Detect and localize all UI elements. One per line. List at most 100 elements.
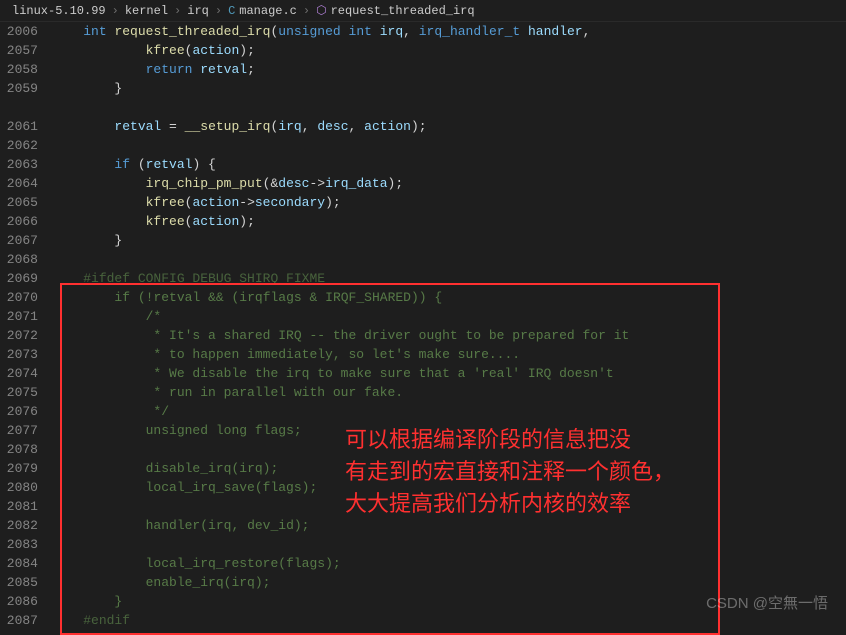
code-line[interactable]: 2006 int request_threaded_irq(unsigned i… (0, 22, 846, 41)
line-number: 2006 (0, 22, 52, 41)
code-content[interactable] (52, 497, 846, 516)
code-content[interactable]: kfree(action); (52, 41, 846, 60)
code-content[interactable]: } (52, 231, 846, 250)
editor-area[interactable]: 2006 int request_threaded_irq(unsigned i… (0, 22, 846, 631)
code-content[interactable]: kfree(action->secondary); (52, 193, 846, 212)
line-number: 2067 (0, 231, 52, 250)
code-content[interactable]: retval = __setup_irq(irq, desc, action); (52, 117, 846, 136)
code-line[interactable]: 2087 #endif (0, 611, 846, 630)
chevron-right-icon: › (112, 4, 119, 18)
line-number: 2074 (0, 364, 52, 383)
line-number: 2086 (0, 592, 52, 611)
code-content[interactable]: local_irq_save(flags); (52, 478, 846, 497)
code-content[interactable] (52, 136, 846, 155)
code-content[interactable]: unsigned long flags; (52, 421, 846, 440)
code-line[interactable]: 2080 local_irq_save(flags); (0, 478, 846, 497)
code-content[interactable]: * We disable the irq to make sure that a… (52, 364, 846, 383)
line-number: 2072 (0, 326, 52, 345)
code-line[interactable]: 2072 * It's a shared IRQ -- the driver o… (0, 326, 846, 345)
code-line[interactable]: 2081 (0, 497, 846, 516)
breadcrumb-file[interactable]: manage.c (239, 4, 297, 18)
breadcrumb[interactable]: linux-5.10.99 › kernel › irq › C manage.… (0, 0, 846, 22)
code-content[interactable]: */ (52, 402, 846, 421)
code-content[interactable] (52, 98, 846, 117)
breadcrumb-item[interactable]: linux-5.10.99 (12, 4, 106, 18)
code-line[interactable]: 2063 if (retval) { (0, 155, 846, 174)
code-content[interactable]: return retval; (52, 60, 846, 79)
code-content[interactable]: #ifdef CONFIG_DEBUG_SHIRQ_FIXME (52, 269, 846, 288)
line-number: 2066 (0, 212, 52, 231)
code-container[interactable]: 2006 int request_threaded_irq(unsigned i… (0, 22, 846, 631)
code-content[interactable]: int request_threaded_irq(unsigned int ir… (52, 22, 846, 41)
code-line[interactable]: 2082 handler(irq, dev_id); (0, 516, 846, 535)
code-line[interactable] (0, 98, 846, 117)
code-line[interactable]: 2059 } (0, 79, 846, 98)
code-content[interactable] (52, 440, 846, 459)
code-content[interactable]: irq_chip_pm_put(&desc->irq_data); (52, 174, 846, 193)
code-content[interactable]: * run in parallel with our fake. (52, 383, 846, 402)
code-content[interactable]: local_irq_restore(flags); (52, 554, 846, 573)
line-number: 2087 (0, 611, 52, 630)
code-line[interactable]: 2065 kfree(action->secondary); (0, 193, 846, 212)
breadcrumb-symbol[interactable]: request_threaded_irq (331, 4, 475, 18)
code-line[interactable]: 2057 kfree(action); (0, 41, 846, 60)
line-number: 2078 (0, 440, 52, 459)
code-line[interactable]: 2075 * run in parallel with our fake. (0, 383, 846, 402)
code-line[interactable]: 2061 retval = __setup_irq(irq, desc, act… (0, 117, 846, 136)
code-content[interactable] (52, 250, 846, 269)
code-content[interactable]: } (52, 79, 846, 98)
line-number: 2082 (0, 516, 52, 535)
line-number: 2069 (0, 269, 52, 288)
line-number: 2075 (0, 383, 52, 402)
chevron-right-icon: › (174, 4, 181, 18)
code-line[interactable]: 2083 (0, 535, 846, 554)
code-line[interactable]: 2078 (0, 440, 846, 459)
code-line[interactable]: 2084 local_irq_restore(flags); (0, 554, 846, 573)
chevron-right-icon: › (303, 4, 310, 18)
code-content[interactable]: * to happen immediately, so let's make s… (52, 345, 846, 364)
code-content[interactable]: /* (52, 307, 846, 326)
line-number: 2064 (0, 174, 52, 193)
code-line[interactable]: 2070 if (!retval && (irqflags & IRQF_SHA… (0, 288, 846, 307)
line-number: 2085 (0, 573, 52, 592)
code-line[interactable]: 2058 return retval; (0, 60, 846, 79)
breadcrumb-item[interactable]: kernel (125, 4, 168, 18)
line-number: 2081 (0, 497, 52, 516)
line-number: 2062 (0, 136, 52, 155)
watermark: CSDN @空無一悟 (706, 592, 828, 613)
line-number: 2058 (0, 60, 52, 79)
line-number: 2059 (0, 79, 52, 98)
line-number: 2083 (0, 535, 52, 554)
code-line[interactable]: 2085 enable_irq(irq); (0, 573, 846, 592)
code-line[interactable]: 2062 (0, 136, 846, 155)
line-number: 2068 (0, 250, 52, 269)
code-line[interactable]: 2071 /* (0, 307, 846, 326)
line-number: 2080 (0, 478, 52, 497)
code-content[interactable]: if (retval) { (52, 155, 846, 174)
line-number: 2077 (0, 421, 52, 440)
function-icon: ⬡ (316, 3, 326, 18)
code-content[interactable]: #endif (52, 611, 846, 630)
line-number: 2065 (0, 193, 52, 212)
line-number: 2061 (0, 117, 52, 136)
code-content[interactable]: disable_irq(irq); (52, 459, 846, 478)
code-line[interactable]: 2067 } (0, 231, 846, 250)
code-content[interactable] (52, 535, 846, 554)
code-line[interactable]: 2079 disable_irq(irq); (0, 459, 846, 478)
line-number: 2070 (0, 288, 52, 307)
code-line[interactable]: 2069 #ifdef CONFIG_DEBUG_SHIRQ_FIXME (0, 269, 846, 288)
code-line[interactable]: 2076 */ (0, 402, 846, 421)
code-content[interactable]: kfree(action); (52, 212, 846, 231)
code-line[interactable]: 2073 * to happen immediately, so let's m… (0, 345, 846, 364)
code-content[interactable]: handler(irq, dev_id); (52, 516, 846, 535)
code-content[interactable]: if (!retval && (irqflags & IRQF_SHARED))… (52, 288, 846, 307)
code-line[interactable]: 2066 kfree(action); (0, 212, 846, 231)
code-content[interactable]: enable_irq(irq); (52, 573, 846, 592)
breadcrumb-item[interactable]: irq (187, 4, 209, 18)
code-line[interactable]: 2077 unsigned long flags; (0, 421, 846, 440)
code-line[interactable]: 2074 * We disable the irq to make sure t… (0, 364, 846, 383)
code-content[interactable]: * It's a shared IRQ -- the driver ought … (52, 326, 846, 345)
code-line[interactable]: 2064 irq_chip_pm_put(&desc->irq_data); (0, 174, 846, 193)
line-number: 2076 (0, 402, 52, 421)
code-line[interactable]: 2068 (0, 250, 846, 269)
